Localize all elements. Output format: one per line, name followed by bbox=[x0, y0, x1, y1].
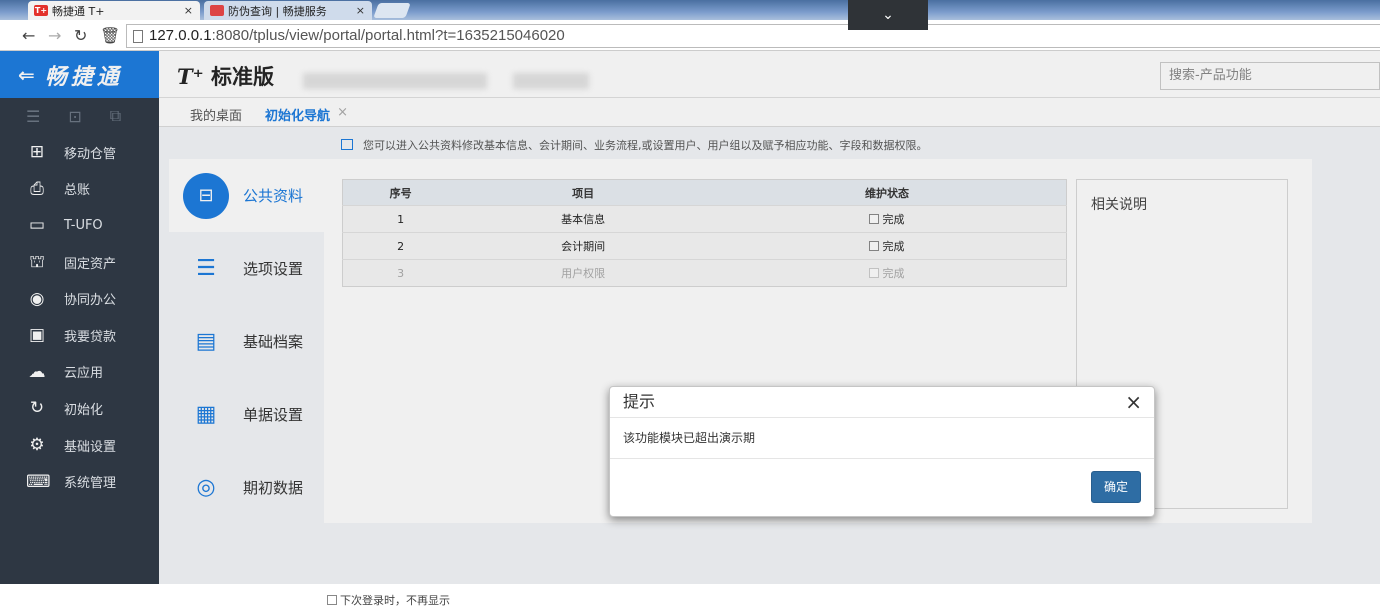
url-host: 127.0.0.1 bbox=[149, 27, 212, 44]
reload-icon[interactable]: ↻ bbox=[74, 26, 87, 45]
new-tab-button[interactable] bbox=[373, 3, 411, 18]
dialog-header: 提示 × bbox=[610, 387, 1154, 418]
close-icon[interactable]: × bbox=[1125, 387, 1142, 417]
back-arrow-icon[interactable]: ← bbox=[22, 26, 35, 45]
browser-tab-bar: T+ 畅捷通 T+ × 防伪查询 | 畅捷服务 × bbox=[0, 0, 1380, 20]
browser-tab-anticounterfeit[interactable]: 防伪查询 | 畅捷服务 × bbox=[204, 1, 372, 20]
browser-tab-close-icon[interactable]: × bbox=[184, 4, 193, 17]
tplus-favicon-icon: T+ bbox=[34, 5, 48, 16]
browser-tab-title: 防伪查询 | 畅捷服务 bbox=[228, 4, 327, 18]
no-show-checkbox[interactable] bbox=[327, 595, 337, 605]
url-input[interactable]: 127.0.0.1:8080/tplus/view/portal/portal.… bbox=[126, 24, 1380, 48]
dialog-title: 提示 bbox=[623, 392, 656, 411]
browser-tab-title: 畅捷通 T+ bbox=[52, 4, 105, 18]
forward-arrow-icon[interactable]: → bbox=[48, 26, 61, 45]
browser-tab-tplus[interactable]: T+ 畅捷通 T+ × bbox=[28, 1, 200, 20]
no-show-option[interactable]: 下次登录时，不再显示 bbox=[327, 592, 450, 608]
browser-tab-close-icon[interactable]: × bbox=[356, 4, 365, 17]
alert-dialog: 提示 × 该功能模块已超出演示期 确定 bbox=[609, 386, 1155, 517]
chevron-down-icon[interactable]: ⌄ bbox=[848, 0, 928, 30]
trash-icon[interactable]: 🗑 bbox=[100, 26, 120, 45]
address-bar-row: ← → ↻ 🗑 127.0.0.1:8080/tplus/view/portal… bbox=[0, 20, 1380, 51]
no-show-label: 下次登录时，不再显示 bbox=[340, 594, 450, 607]
page-icon bbox=[133, 30, 143, 43]
ok-button[interactable]: 确定 bbox=[1091, 471, 1141, 503]
url-path: :8080/tplus/view/portal/portal.html?t=16… bbox=[211, 27, 565, 44]
site-favicon-icon bbox=[210, 5, 224, 16]
dialog-message: 该功能模块已超出演示期 bbox=[610, 418, 1154, 459]
